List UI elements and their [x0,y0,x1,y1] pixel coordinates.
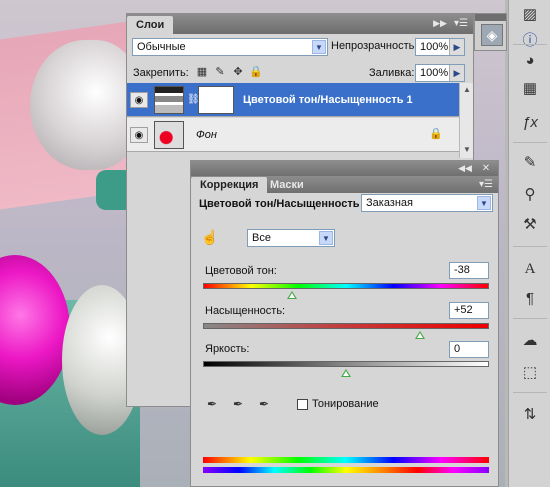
lock-icon: 🔒 [429,128,443,140]
lock-pixels-icon[interactable]: ✎ [213,65,227,79]
dock-separator [513,246,547,247]
dock-separator [513,392,547,393]
color-bar-bottom [203,467,489,473]
adjustments-tab-bar: Коррекция Маски ▾☰ [191,176,498,193]
lock-label: Закрепить: [133,67,189,79]
lightness-label: Яркость: [205,343,250,355]
eye-icon[interactable]: ◉ [130,127,148,143]
styles-icon[interactable]: ƒx [519,112,541,134]
layer-list: ◉ ⛓ Цветовой тон/Насыщенность 1 ◉ Фон 🔒 [127,83,459,158]
hue-input[interactable]: -38 [449,262,489,279]
adjustments-panel: ◀◀ ✕ Коррекция Маски ▾☰ Цветовой тон/Нас… [190,160,499,487]
canvas-white-shape [30,40,140,170]
targeted-adjustment-icon[interactable]: ☝ [201,229,218,246]
saturation-slider-track[interactable] [203,323,489,329]
brushes-icon[interactable]: ✎ [519,152,541,174]
adjustment-title: Цветовой тон/Насыщенность [199,198,360,210]
layer-row-background[interactable]: ◉ Фон 🔒 [127,118,459,152]
layers-icon[interactable]: ◈ [481,24,503,46]
tab-adjustments[interactable]: Коррекция [191,177,268,193]
scroll-up-icon[interactable]: ▲ [462,85,472,95]
layer-name: Цветовой тон/Насыщенность 1 [243,94,413,106]
colorize-label: Тонирование [312,398,379,410]
channels-icon[interactable]: ☁ [519,330,541,352]
hue-slider-track[interactable] [203,283,489,289]
lock-transparency-icon[interactable]: ▦ [195,65,209,79]
chevron-down-icon: ▼ [477,196,491,210]
lock-buttons: ▦ ✎ ✥ 🔒 [195,65,267,79]
paths-icon[interactable]: ⬚ [519,362,541,384]
chevron-right-icon[interactable]: ▶ [449,39,464,55]
channel-select[interactable]: Все ▼ [247,229,335,247]
dock-separator [513,318,547,319]
collapse-icon[interactable]: ▶▶ [431,17,449,30]
dock-separator [513,44,547,45]
blend-mode-value: Обычные [137,41,186,53]
tab-layers[interactable]: Слои [127,16,174,34]
panel-menu-icon[interactable]: ▾☰ [478,178,494,191]
character-icon[interactable]: A [519,258,541,280]
lock-all-icon[interactable]: 🔒 [249,65,263,79]
clone-source-icon[interactable]: ⚲ [519,184,541,206]
dock-separator [513,142,547,143]
layer-row-hue-saturation[interactable]: ◉ ⛓ Цветовой тон/Насыщенность 1 [127,83,459,117]
eye-icon[interactable]: ◉ [130,92,148,108]
adjustments-panel-top-bar: ◀◀ ✕ [191,161,498,177]
lightness-slider-track[interactable] [203,361,489,367]
paragraph-icon[interactable]: ¶ [519,288,541,310]
tool-presets-icon[interactable]: ⚒ [519,214,541,236]
hue-label: Цветовой тон: [205,265,277,277]
lightness-slider-knob[interactable] [341,369,351,377]
adjustment-thumbnail [154,86,184,114]
opacity-label: Непрозрачность: [331,40,418,52]
panel-dock: ▨ ⓘ ◕ ▦ ƒx ✎ ⚲ ⚒ A ¶ ☁ ⬚ ⇅ [508,0,550,487]
eyedropper-icon[interactable]: ✒ [205,397,219,415]
lock-position-icon[interactable]: ✥ [231,65,245,79]
colorize-checkbox[interactable] [297,399,308,410]
chevron-right-icon[interactable]: ▶ [449,65,464,81]
channel-value: Все [252,232,271,244]
layers-scrollbar[interactable]: ▲ ▼ [459,83,473,158]
mask-thumbnail[interactable] [198,86,234,114]
blend-mode-select[interactable]: Обычные ▼ [132,38,328,56]
hue-slider-knob[interactable] [286,291,297,299]
saturation-slider-knob[interactable] [415,331,426,339]
collapse-icon[interactable]: ◀◀ [456,162,474,175]
saturation-label: Насыщенность: [205,305,286,317]
lightness-input[interactable]: 0 [449,341,489,358]
info-icon[interactable]: ⓘ [519,30,541,52]
panel-menu-icon[interactable]: ▾☰ [453,17,469,30]
eyedropper-minus-icon[interactable]: ✒ [257,397,271,415]
history-icon[interactable]: ⇅ [519,404,541,426]
collapsed-panel: ◈ [474,13,507,51]
opacity-field[interactable]: 100% ▶ [415,38,465,56]
collapsed-panel-header [475,14,506,21]
saturation-input[interactable]: +52 [449,302,489,319]
opacity-value: 100% [420,41,449,53]
close-icon[interactable]: ✕ [478,162,494,175]
preset-select[interactable]: Заказная ▼ [361,194,493,212]
layers-panel-header: Слои ▶▶ ▾☰ [127,14,473,34]
color-icon[interactable]: ◕ [519,50,541,72]
eyedropper-plus-icon[interactable]: ✒ [231,397,245,415]
scroll-down-icon[interactable]: ▼ [462,145,472,155]
chevron-down-icon: ▼ [312,40,326,54]
fill-label: Заливка: [369,67,415,79]
swatches-icon[interactable]: ▦ [519,78,541,100]
color-bar-top [203,457,489,463]
histogram-icon[interactable]: ▨ [519,4,541,26]
layer-name: Фон [196,129,217,141]
preset-value: Заказная [366,197,414,209]
background-thumbnail [154,121,184,149]
fill-value: 100% [420,67,449,79]
tab-masks[interactable]: Маски [261,177,313,193]
chevron-down-icon: ▼ [319,231,333,245]
fill-field[interactable]: 100% ▶ [415,64,465,82]
